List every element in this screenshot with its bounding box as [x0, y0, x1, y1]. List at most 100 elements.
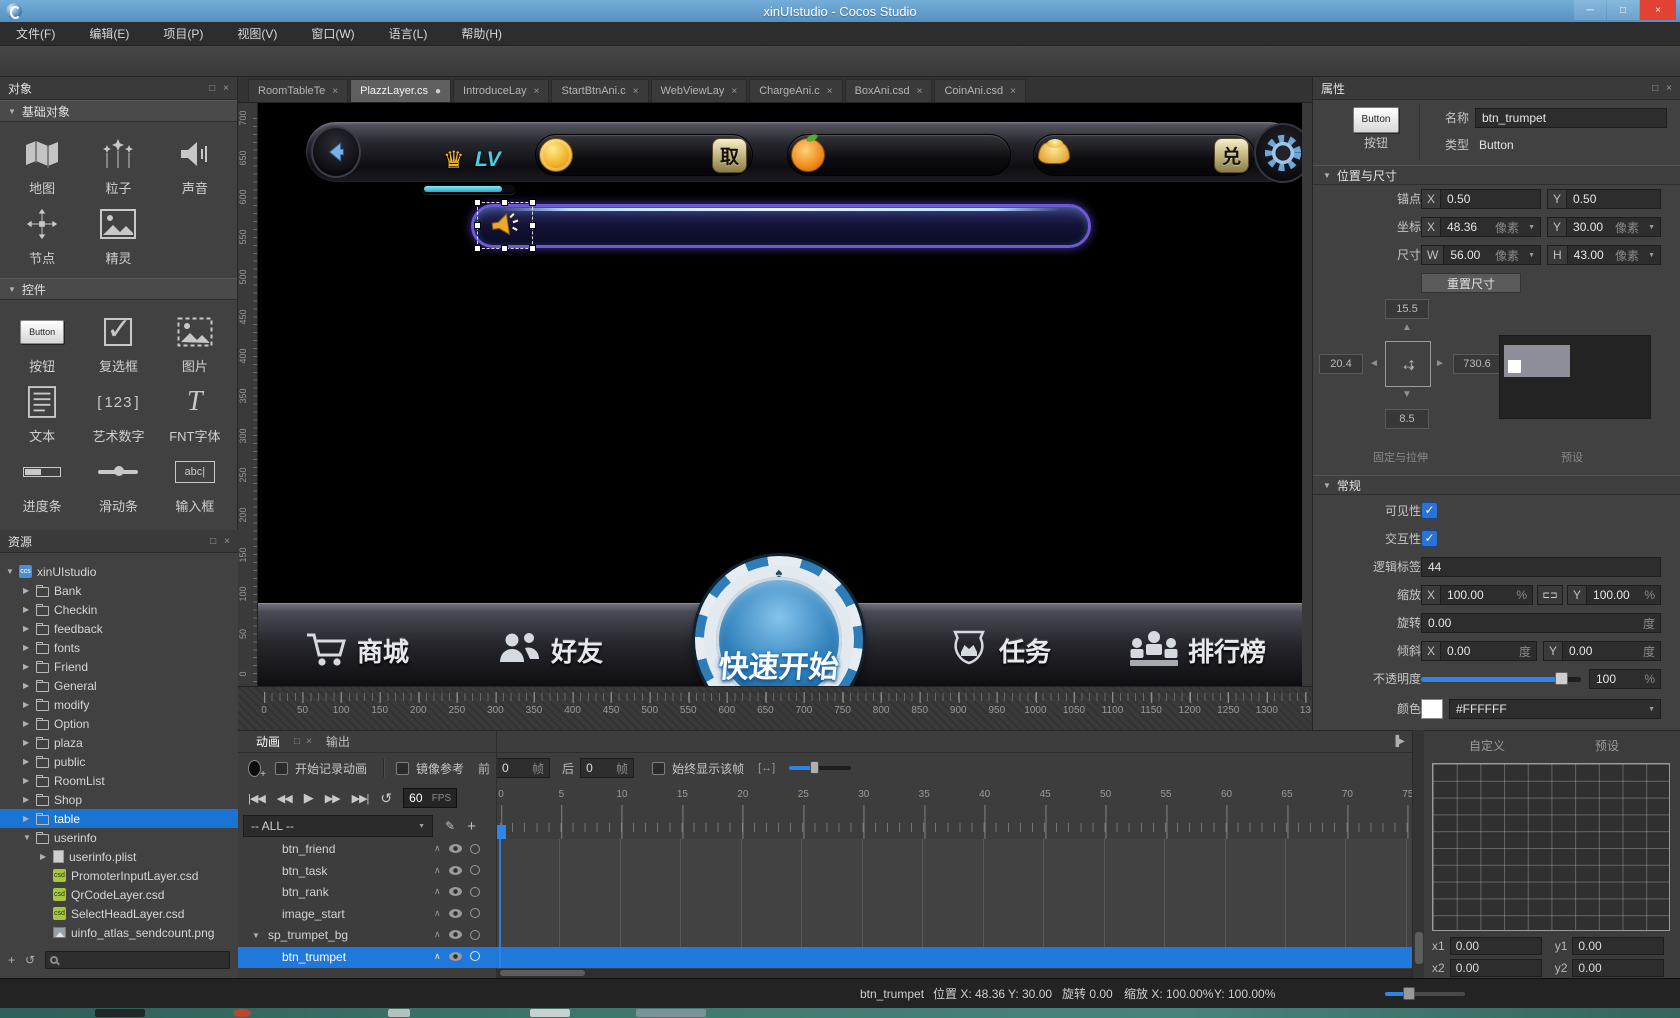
- slice-bottom-field[interactable]: 8.5: [1385, 409, 1429, 429]
- tree-expand-icon[interactable]: ▶: [40, 852, 48, 861]
- scale-link-icon[interactable]: ⊏⊐: [1537, 585, 1563, 605]
- tree-item-public[interactable]: ▶public: [0, 752, 238, 771]
- tree-collapse-icon[interactable]: ▼: [23, 833, 31, 842]
- quick-start-button[interactable]: ♠ 快速开始: [695, 556, 863, 686]
- tree-item-General[interactable]: ▶General: [0, 676, 238, 695]
- curve-grid[interactable]: [1432, 763, 1670, 931]
- palette-item-text[interactable]: 文本: [4, 376, 80, 446]
- skew-x-field[interactable]: X0.00度: [1421, 641, 1537, 661]
- tree-item-QrCodeLayer.csd[interactable]: csdQrCodeLayer.csd: [0, 885, 238, 904]
- palette-item-checkbox[interactable]: ✓复选框: [80, 306, 156, 376]
- tree-expand-icon[interactable]: ▶: [23, 605, 31, 614]
- anchor-y-field[interactable]: Y0.50: [1547, 189, 1661, 209]
- tree-item-modify[interactable]: ▶modify: [0, 695, 238, 714]
- palette-item-slider[interactable]: 滑动条: [80, 446, 156, 516]
- palette-item-sound[interactable]: 声音: [157, 128, 233, 198]
- editor-tab[interactable]: BoxAni.csd×: [845, 79, 933, 102]
- tree-item-xinUIstudio[interactable]: ▼ccsxinUIstudio: [0, 562, 238, 581]
- collapse-icon[interactable]: ∧: [434, 843, 441, 854]
- editor-tab[interactable]: IntroduceLay×: [453, 79, 549, 102]
- tree-item-Shop[interactable]: ▶Shop: [0, 790, 238, 809]
- playhead[interactable]: [496, 825, 506, 839]
- maximize-button[interactable]: □: [1607, 0, 1639, 20]
- palette-item-input[interactable]: abc|输入框: [157, 446, 233, 516]
- tab-close-icon[interactable]: ×: [731, 86, 737, 97]
- tab-close-icon[interactable]: ×: [633, 86, 639, 97]
- anchor-x-field[interactable]: X0.50: [1421, 189, 1541, 209]
- nav-cart[interactable]: 商城: [305, 624, 409, 676]
- palette-item-fnt[interactable]: TFNT字体: [157, 376, 233, 446]
- lock-icon[interactable]: [470, 844, 480, 854]
- tree-item-userinfo[interactable]: ▼userinfo: [0, 828, 238, 847]
- coord-x-field[interactable]: X48.36像素▼: [1421, 217, 1541, 237]
- timeline-row-image_start[interactable]: image_start∧: [238, 904, 1412, 925]
- palette-section-header[interactable]: ▼基础对象: [0, 100, 237, 122]
- tag-field[interactable]: 44: [1421, 557, 1661, 577]
- onion-skin-icon[interactable]: [↔]: [758, 762, 775, 774]
- tab-close-icon[interactable]: ×: [332, 86, 338, 97]
- tab-close-icon[interactable]: ×: [827, 86, 833, 97]
- y2-field[interactable]: 0.00: [1572, 959, 1664, 977]
- tree-item-Friend[interactable]: ▶Friend: [0, 657, 238, 676]
- collapse-icon[interactable]: ∧: [434, 929, 441, 940]
- position-size-section-header[interactable]: ▼ 位置与尺寸: [1313, 165, 1680, 185]
- tree-item-RoomList[interactable]: ▶RoomList: [0, 771, 238, 790]
- timeline-row-btn_friend[interactable]: btn_friend∧: [238, 839, 1412, 860]
- reset-size-button[interactable]: 重置尺寸: [1421, 273, 1521, 293]
- tree-expand-icon[interactable]: ▶: [23, 719, 31, 728]
- y1-field[interactable]: 0.00: [1572, 937, 1664, 955]
- timeline-zoom-slider[interactable]: [789, 766, 851, 770]
- editor-tab[interactable]: ChargeAni.c×: [749, 79, 842, 102]
- refresh-resources-button[interactable]: ↺: [25, 953, 35, 967]
- selection-handle[interactable]: [474, 222, 481, 229]
- tree-collapse-icon[interactable]: ▼: [6, 567, 14, 576]
- editor-tab[interactable]: StartBtnAni.c×: [551, 79, 648, 102]
- palette-item-sprite[interactable]: 精灵: [80, 198, 156, 268]
- close-button[interactable]: ×: [1640, 0, 1676, 20]
- after-frames-field[interactable]: 0帧: [580, 758, 634, 778]
- mirror-checkbox[interactable]: [396, 762, 409, 775]
- selection-handle[interactable]: [474, 245, 481, 252]
- visibility-icon[interactable]: [449, 952, 462, 961]
- slice-top-field[interactable]: 15.5: [1385, 299, 1429, 319]
- edit-icon[interactable]: ✎: [445, 819, 455, 833]
- tab-output[interactable]: 输出: [326, 733, 350, 750]
- go-first-frame-button[interactable]: |◀◀: [248, 792, 265, 805]
- before-frames-field[interactable]: 0帧: [496, 758, 550, 778]
- collapse-icon[interactable]: ∧: [434, 886, 441, 897]
- menu-item[interactable]: 项目(P): [159, 23, 207, 44]
- size-w-field[interactable]: W56.00像素▼: [1421, 245, 1541, 265]
- float-panel-icon[interactable]: □: [210, 536, 216, 547]
- coord-y-field[interactable]: Y30.00像素▼: [1547, 217, 1661, 237]
- menu-item[interactable]: 帮助(H): [457, 23, 506, 44]
- skew-y-field[interactable]: Y0.00度: [1543, 641, 1661, 661]
- lock-icon[interactable]: [470, 951, 480, 961]
- collapse-icon[interactable]: ∧: [434, 908, 441, 919]
- menu-item[interactable]: 语言(L): [385, 23, 432, 44]
- tree-expand-icon[interactable]: ▶: [23, 662, 31, 671]
- opacity-field[interactable]: 100%: [1589, 669, 1661, 689]
- selection-handle[interactable]: [529, 245, 536, 252]
- tab-close-icon[interactable]: ×: [1010, 86, 1016, 97]
- slice-left-field[interactable]: 20.4: [1319, 354, 1363, 374]
- visibility-icon[interactable]: [449, 887, 462, 896]
- tree-item-uinfo_atlas_sendcount.png[interactable]: uinfo_atlas_sendcount.png: [0, 923, 238, 942]
- design-canvas[interactable]: ♛ LV 取 兑: [258, 103, 1302, 686]
- loop-icon[interactable]: ↺: [380, 790, 391, 807]
- tree-expand-icon[interactable]: ▶: [23, 814, 31, 823]
- tree-item-userinfo.plist[interactable]: ▶userinfo.plist: [0, 847, 238, 866]
- add-resource-button[interactable]: +: [8, 953, 15, 967]
- size-h-field[interactable]: H43.00像素▼: [1547, 245, 1661, 265]
- tree-item-table[interactable]: ▶table: [0, 809, 238, 828]
- settings-button[interactable]: [1254, 123, 1302, 183]
- x2-field[interactable]: 0.00: [1450, 959, 1542, 977]
- lock-icon[interactable]: [470, 930, 480, 940]
- timeline-row-sp_trumpet_bg[interactable]: ▼sp_trumpet_bg∧: [238, 925, 1412, 946]
- palette-item-progress[interactable]: 进度条: [4, 446, 80, 516]
- visibility-icon[interactable]: [449, 930, 462, 939]
- name-field[interactable]: btn_trumpet: [1475, 108, 1667, 128]
- close-panel-icon[interactable]: ×: [224, 536, 230, 547]
- slice-right-field[interactable]: 730.6: [1453, 354, 1501, 374]
- fps-field[interactable]: 60FPS: [403, 788, 457, 808]
- menu-item[interactable]: 窗口(W): [307, 23, 358, 44]
